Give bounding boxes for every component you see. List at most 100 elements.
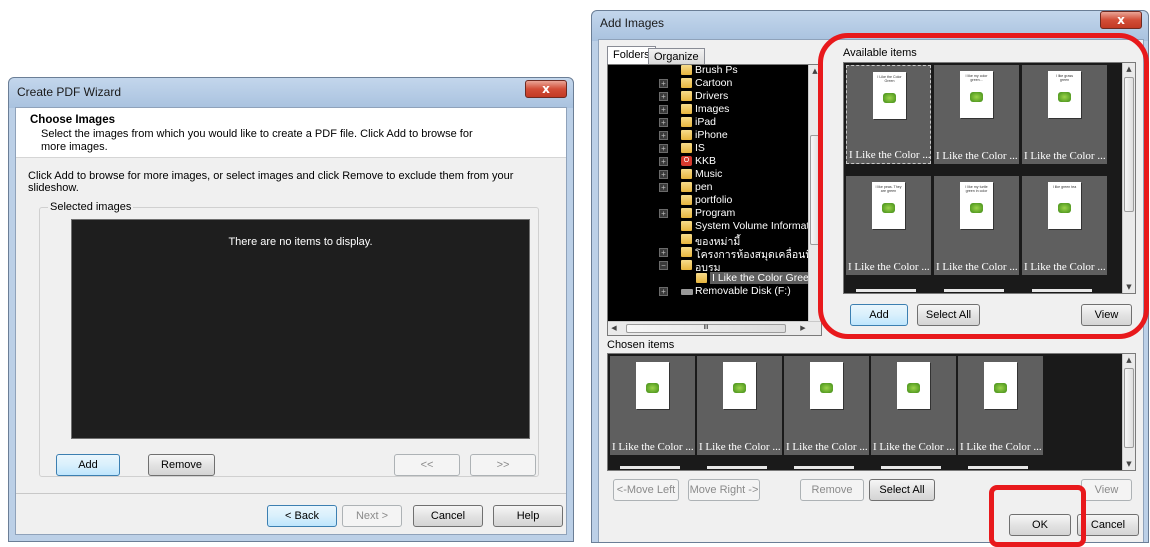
tree-item[interactable]: − อบรม [608, 259, 808, 274]
expand-icon[interactable]: + [659, 209, 668, 218]
thumbnail-caption: I Like the Color ... [960, 441, 1042, 453]
move-prev-button[interactable]: << [394, 454, 460, 476]
expand-icon[interactable]: + [659, 157, 668, 166]
expand-icon[interactable]: + [659, 183, 668, 192]
thumbnail-caption: I Like the Color ... [873, 441, 955, 453]
tree-item[interactable]: + Removable Disk (F:) [608, 285, 808, 298]
expand-icon[interactable]: + [659, 248, 668, 257]
image-thumbnail[interactable]: I Like the Color ... [958, 356, 1043, 455]
chosen-vertical-scrollbar[interactable]: ▲ ▼ [1122, 354, 1135, 470]
chosen-view-button[interactable]: View [1081, 479, 1132, 501]
folder-icon [681, 104, 692, 114]
tree-item-label: Program [695, 207, 736, 219]
tree-item[interactable]: Brush Ps [608, 64, 808, 77]
scroll-down-arrow-icon[interactable]: ▼ [1123, 460, 1135, 468]
footer-divider [16, 493, 566, 494]
expand-icon[interactable]: + [659, 79, 668, 88]
image-thumbnail[interactable]: I Like the Color ... [610, 356, 695, 455]
next-row-peek [968, 466, 1028, 469]
move-left-button[interactable]: <-Move Left [613, 479, 679, 501]
tree-item[interactable]: + IS [608, 142, 808, 155]
tree-horizontal-scrollbar[interactable]: ◀ III ▶ [608, 321, 821, 335]
folder-icon [681, 78, 692, 88]
expand-icon[interactable]: + [659, 92, 668, 101]
tree-item-label: iPhone [695, 129, 728, 141]
next-row-peek [794, 466, 854, 469]
expand-icon[interactable]: + [659, 105, 668, 114]
wizard-cancel-button[interactable]: Cancel [413, 505, 483, 527]
wizard-close-icon[interactable]: x [525, 80, 567, 98]
chosen-select-all-button[interactable]: Select All [869, 479, 935, 501]
move-right-button[interactable]: Move Right -> [688, 479, 760, 501]
expand-icon[interactable]: + [659, 144, 668, 153]
selected-images-group: Selected images There are no items to di… [39, 201, 539, 477]
tree-item-label: I Like the Color Green [710, 272, 817, 284]
page-preview [810, 362, 843, 409]
tree-item[interactable]: + Drivers [608, 90, 808, 103]
tree-hscroll-thumb[interactable]: III [626, 324, 786, 333]
chosen-items-list[interactable]: I Like the Color ... I Like the Color ...… [607, 353, 1136, 471]
collapse-icon[interactable]: − [659, 261, 668, 270]
tree-item[interactable]: I Like the Color Green [608, 272, 817, 285]
tree-item[interactable]: + Music [608, 168, 808, 181]
tree-item-label: portfolio [695, 194, 733, 206]
tree-item[interactable]: System Volume Information [608, 220, 821, 233]
folder-icon [681, 117, 692, 127]
tree-item[interactable]: + iPad [608, 116, 808, 129]
tree-item[interactable]: + Images [608, 103, 808, 116]
next-row-peek [620, 466, 680, 469]
add-images-cancel-button[interactable]: Cancel [1077, 514, 1139, 536]
back-button[interactable]: < Back [267, 505, 337, 527]
add-images-close-icon[interactable]: x [1100, 11, 1142, 29]
tree-item[interactable]: + iPhone [608, 129, 808, 142]
image-thumbnail[interactable]: I Like the Color ... [871, 356, 956, 455]
folder-icon [681, 91, 692, 101]
wizard-titlebar[interactable]: Create PDF Wizard x [9, 78, 573, 106]
tree-item[interactable]: + pen [608, 181, 808, 194]
folder-icon [681, 130, 692, 140]
folder-tree[interactable]: Brush Ps + Cartoon + Drivers + Images + iPad + iPh… [607, 64, 822, 336]
selected-images-list[interactable]: There are no items to display. [71, 219, 530, 439]
tree-item[interactable]: ของหม่ามี้ [608, 233, 808, 248]
move-next-button[interactable]: >> [470, 454, 536, 476]
image-thumbnail[interactable]: I Like the Color ... [784, 356, 869, 455]
expand-icon[interactable]: + [659, 131, 668, 140]
thumbnail-caption: I Like the Color ... [786, 441, 868, 453]
image-thumbnail[interactable]: I Like the Color ... [697, 356, 782, 455]
tree-item-label: System Volume Information [695, 220, 822, 232]
folder-icon [681, 234, 692, 244]
folder-icon [681, 221, 692, 231]
tree-item[interactable]: + O KKB [608, 155, 808, 168]
wizard-add-button[interactable]: Add [56, 454, 120, 476]
scroll-up-arrow-icon[interactable]: ▲ [1123, 356, 1135, 364]
page-preview [723, 362, 756, 409]
drive-icon [681, 289, 693, 295]
scroll-left-arrow-icon[interactable]: ◀ [610, 324, 618, 332]
tree-item[interactable]: + Cartoon [608, 77, 808, 90]
expand-icon[interactable]: + [659, 118, 668, 127]
folder-icon [681, 260, 692, 270]
folder-icon [681, 143, 692, 153]
expand-icon[interactable]: + [659, 287, 668, 296]
tree-item-label: IS [695, 142, 705, 154]
tree-item-label: Brush Ps [695, 64, 738, 76]
help-button[interactable]: Help [493, 505, 563, 527]
green-image-icon [907, 383, 920, 393]
tab-organize[interactable]: Organize [648, 48, 705, 64]
chosen-remove-button[interactable]: Remove [800, 479, 864, 501]
wizard-remove-button[interactable]: Remove [148, 454, 215, 476]
expand-icon[interactable]: + [659, 170, 668, 179]
thumbnail-caption: I Like the Color ... [699, 441, 781, 453]
annotation-rectangle [989, 485, 1086, 547]
tree-item-label: pen [695, 181, 713, 193]
tree-item[interactable]: + โครงการห้องสมุดเคลื่อนที่ 25 [608, 246, 821, 261]
tree-item-label: Images [695, 103, 730, 115]
tree-item[interactable]: + Program [608, 207, 808, 220]
scroll-right-arrow-icon[interactable]: ▶ [799, 324, 807, 332]
next-button[interactable]: Next > [342, 505, 402, 527]
tree-item[interactable]: portfolio [608, 194, 808, 207]
thumbnail-caption: I Like the Color ... [612, 441, 694, 453]
tree-item-label: Removable Disk (F:) [695, 285, 791, 297]
chosen-scroll-thumb[interactable] [1124, 368, 1134, 448]
tree-item-label: Drivers [695, 90, 729, 102]
